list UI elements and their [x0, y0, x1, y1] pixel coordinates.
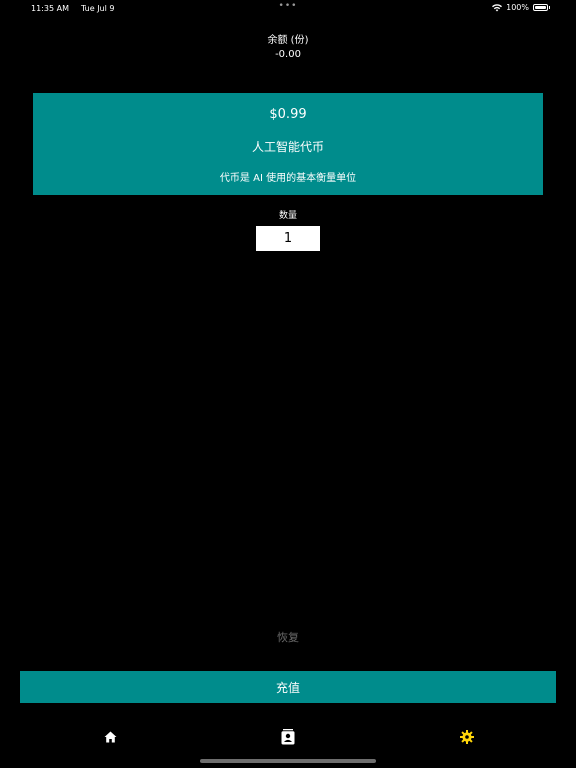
balance-value: -0.00 — [275, 49, 301, 60]
battery-level — [535, 6, 546, 9]
tab-settings[interactable] — [455, 726, 479, 748]
battery-icon — [533, 4, 550, 11]
tab-contacts[interactable] — [276, 726, 300, 748]
balance-label: 余额 (份) — [267, 35, 309, 46]
settings-icon — [460, 730, 474, 744]
status-indicators: 100% — [492, 3, 550, 12]
tab-bar — [0, 726, 576, 750]
product-name: 人工智能代币 — [251, 140, 324, 154]
status-bar: 11:35 AM Tue Jul 9 ••• 100% — [0, 0, 576, 16]
status-datetime: 11:35 AM Tue Jul 9 — [31, 4, 114, 13]
quantity-label: 数量 — [278, 211, 297, 221]
home-icon — [104, 731, 116, 743]
battery-percentage: 100% — [506, 3, 529, 12]
product-price: $0.99 — [269, 107, 307, 122]
status-date: Tue Jul 9 — [80, 4, 115, 13]
wifi-icon — [492, 3, 503, 11]
tab-home[interactable] — [98, 726, 122, 748]
home-indicator[interactable] — [200, 759, 376, 763]
status-time: 11:35 AM — [31, 4, 69, 13]
quantity-input[interactable] — [256, 226, 320, 251]
multitasking-dots-icon[interactable]: ••• — [279, 1, 298, 11]
recharge-button[interactable]: 充值 — [20, 671, 556, 703]
product-description: 代币是 AI 使用的基本衡量单位 — [219, 173, 357, 184]
product-card[interactable]: $0.99 人工智能代币 代币是 AI 使用的基本衡量单位 — [33, 93, 543, 195]
balance-section: 余额 (份) -0.00 — [0, 34, 576, 62]
restore-button[interactable]: 恢复 — [0, 629, 576, 645]
contacts-icon — [281, 729, 295, 745]
